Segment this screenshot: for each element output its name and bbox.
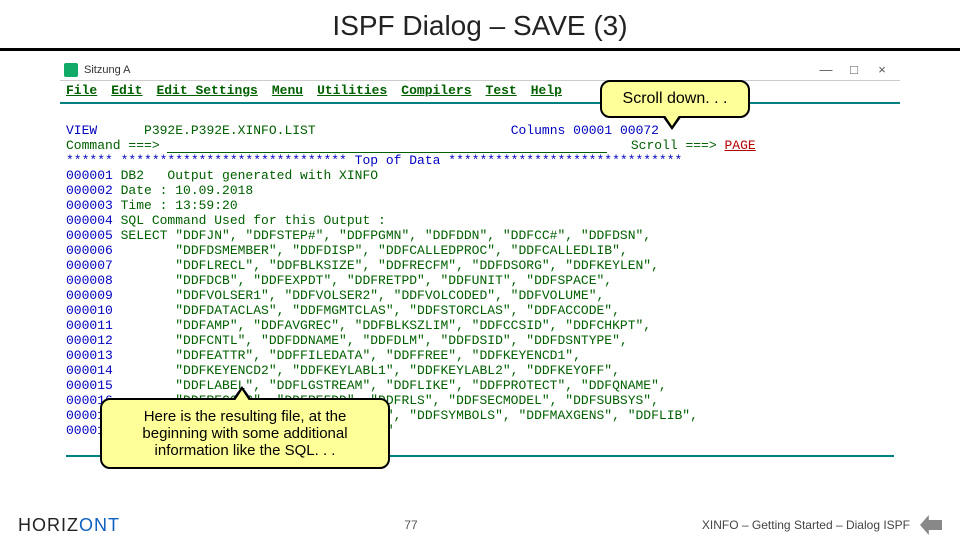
scroll-label: Scroll ===> — [631, 138, 717, 153]
back-arrow-icon[interactable] — [920, 515, 942, 535]
columns-from: 00001 — [573, 123, 612, 138]
maximize-button[interactable]: □ — [840, 59, 868, 81]
menu-test[interactable]: Test — [486, 83, 517, 98]
title-divider — [0, 48, 960, 51]
menu-help[interactable]: Help — [531, 83, 562, 98]
slide-footer: HORIZONT 77 XINFO – Getting Started – Di… — [0, 510, 960, 540]
menubar-divider — [60, 102, 900, 104]
scroll-value[interactable]: PAGE — [724, 138, 755, 153]
top-of-data: ****** ***************************** Top… — [66, 153, 682, 168]
menu-menu[interactable]: Menu — [272, 83, 303, 98]
mode-label: VIEW — [66, 123, 97, 138]
columns-label: Columns — [511, 123, 566, 138]
command-prompt: Command ===> — [66, 138, 160, 153]
columns-to: 00072 — [620, 123, 659, 138]
callout-scroll-down: Scroll down. . . — [600, 80, 750, 118]
ispf-menubar: File Edit Edit_Settings Menu Utilities C… — [60, 81, 900, 100]
menu-file[interactable]: File — [66, 83, 97, 98]
brand-logo: HORIZONT — [18, 515, 120, 536]
page-number: 77 — [120, 518, 702, 532]
close-button[interactable]: × — [868, 59, 896, 81]
menu-edit-settings[interactable]: Edit_Settings — [156, 83, 257, 98]
dataset-name: P392E.P392E.XINFO.LIST — [144, 123, 316, 138]
footer-right: XINFO – Getting Started – Dialog ISPF — [702, 515, 942, 535]
slide-title: ISPF Dialog – SAVE (3) — [0, 0, 960, 48]
window-session-label: Sitzung A — [84, 64, 130, 76]
menu-utilities[interactable]: Utilities — [317, 83, 387, 98]
window-titlebar: Sitzung A — □ × — [60, 59, 900, 81]
callout-resulting-file: Here is the resulting file, at the begin… — [100, 398, 390, 469]
app-icon — [64, 63, 78, 77]
command-input[interactable] — [167, 140, 607, 153]
menu-edit[interactable]: Edit — [111, 83, 142, 98]
minimize-button[interactable]: — — [812, 59, 840, 81]
menu-compilers[interactable]: Compilers — [401, 83, 471, 98]
